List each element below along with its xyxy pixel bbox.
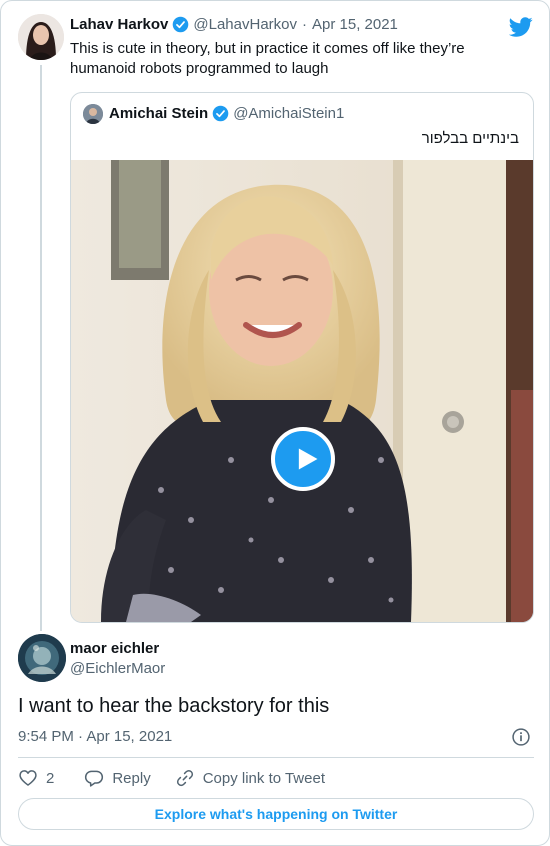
reply-tweet-text: I want to hear the backstory for this xyxy=(18,695,330,717)
play-icon xyxy=(298,448,318,470)
like-action[interactable]: 2 xyxy=(18,768,54,788)
embedded-tweet-card: Lahav Harkov @LahavHarkov · Apr 15, 2021… xyxy=(0,0,550,846)
quoted-author-header: Amichai Stein @AmichaiStein1 xyxy=(109,105,344,122)
copy-link-label: Copy link to Tweet xyxy=(202,769,325,787)
like-count: 2 xyxy=(46,769,55,787)
quoted-author-name[interactable]: Amichai Stein xyxy=(109,105,208,122)
link-icon xyxy=(176,769,193,787)
tweet-timestamp[interactable]: 9:54 PM · Apr 15, 2021 xyxy=(18,728,172,745)
copy-link-action[interactable]: Copy link to Tweet xyxy=(175,768,325,788)
play-button[interactable] xyxy=(271,427,335,491)
video-thumbnail[interactable] xyxy=(71,160,533,622)
verified-badge-icon xyxy=(212,105,229,122)
author-handle[interactable]: @LahavHarkov xyxy=(193,16,297,33)
quoted-author-avatar[interactable] xyxy=(83,104,103,124)
author-header: Lahav Harkov @LahavHarkov · Apr 15, 2021 xyxy=(70,16,398,33)
author-avatar[interactable] xyxy=(18,14,64,60)
divider xyxy=(18,757,534,758)
info-icon[interactable] xyxy=(511,727,531,747)
quoted-author-handle[interactable]: @AmichaiStein1 xyxy=(233,105,344,122)
reply-action[interactable]: Reply xyxy=(84,768,151,788)
tweet-date[interactable]: Apr 15, 2021 xyxy=(312,16,398,33)
reply-author-handle[interactable]: @EichlerMaor xyxy=(70,660,165,677)
explore-button[interactable]: Explore what's happening on Twitter xyxy=(18,798,534,830)
heart-icon xyxy=(19,770,37,786)
tweet-actions: 2 Reply Copy link to Tweet xyxy=(18,767,325,789)
author-name[interactable]: Lahav Harkov xyxy=(70,16,168,33)
reply-bubble-icon xyxy=(85,770,104,787)
tweet-text: This is cute in theory, but in practice … xyxy=(70,40,465,77)
quoted-tweet-text: בינתיים בבלפור xyxy=(421,130,519,147)
verified-badge-icon xyxy=(173,16,189,33)
thread-line xyxy=(40,65,42,631)
quoted-tweet[interactable]: Amichai Stein @AmichaiStein1 בינתיים בבל… xyxy=(70,92,534,623)
twitter-bird-icon[interactable] xyxy=(509,15,533,39)
separator-dot: · xyxy=(302,16,307,33)
reply-author-avatar[interactable] xyxy=(18,634,66,682)
reply-author-name[interactable]: maor eichler xyxy=(70,640,159,657)
reply-label: Reply xyxy=(112,769,151,787)
